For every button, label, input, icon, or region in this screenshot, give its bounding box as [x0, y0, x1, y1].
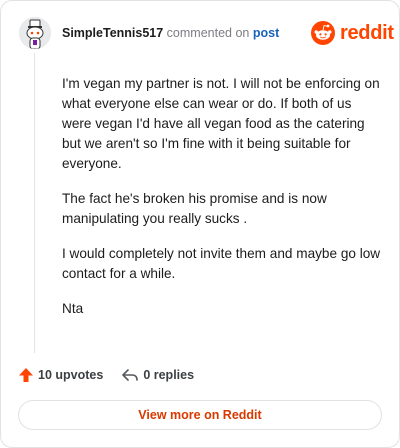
comment-paragraph: I'm vegan my partner is not. I will not …: [62, 76, 380, 171]
reply-arrow-icon: [122, 369, 139, 381]
reply-button[interactable]: 0 replies: [121, 367, 194, 383]
upvote-count: 10 upvotes: [38, 368, 104, 382]
snoo-avatar-icon: [19, 17, 51, 49]
upvote-arrow-icon: [19, 368, 33, 382]
view-more-button[interactable]: View more on Reddit: [18, 400, 382, 430]
comment-paragraph: The fact he's broken his promise and is …: [62, 191, 327, 226]
reddit-logo[interactable]: reddit: [311, 21, 394, 45]
username-link[interactable]: SimpleTennis517: [62, 26, 163, 40]
reply-count: 0 replies: [143, 368, 195, 382]
commented-on-text: commented on: [163, 26, 253, 40]
reddit-wordmark: reddit: [340, 22, 394, 44]
avatar[interactable]: [19, 17, 51, 49]
comment-meta: SimpleTennis517 commented on post: [62, 26, 279, 40]
upvote-button[interactable]: 10 upvotes: [18, 367, 103, 383]
comment-embed-card: SimpleTennis517 commented on post reddit…: [0, 0, 400, 448]
thread-line: [34, 53, 35, 353]
comment-paragraph: I would completely not invite them and m…: [62, 246, 381, 281]
comment-body: I'm vegan my partner is not. I will not …: [62, 74, 382, 334]
reddit-snoo-icon: [311, 21, 335, 45]
comment-actions: 10 upvotes 0 replies: [18, 367, 194, 383]
post-link[interactable]: post: [253, 26, 279, 40]
comment-paragraph: Nta: [62, 301, 84, 316]
